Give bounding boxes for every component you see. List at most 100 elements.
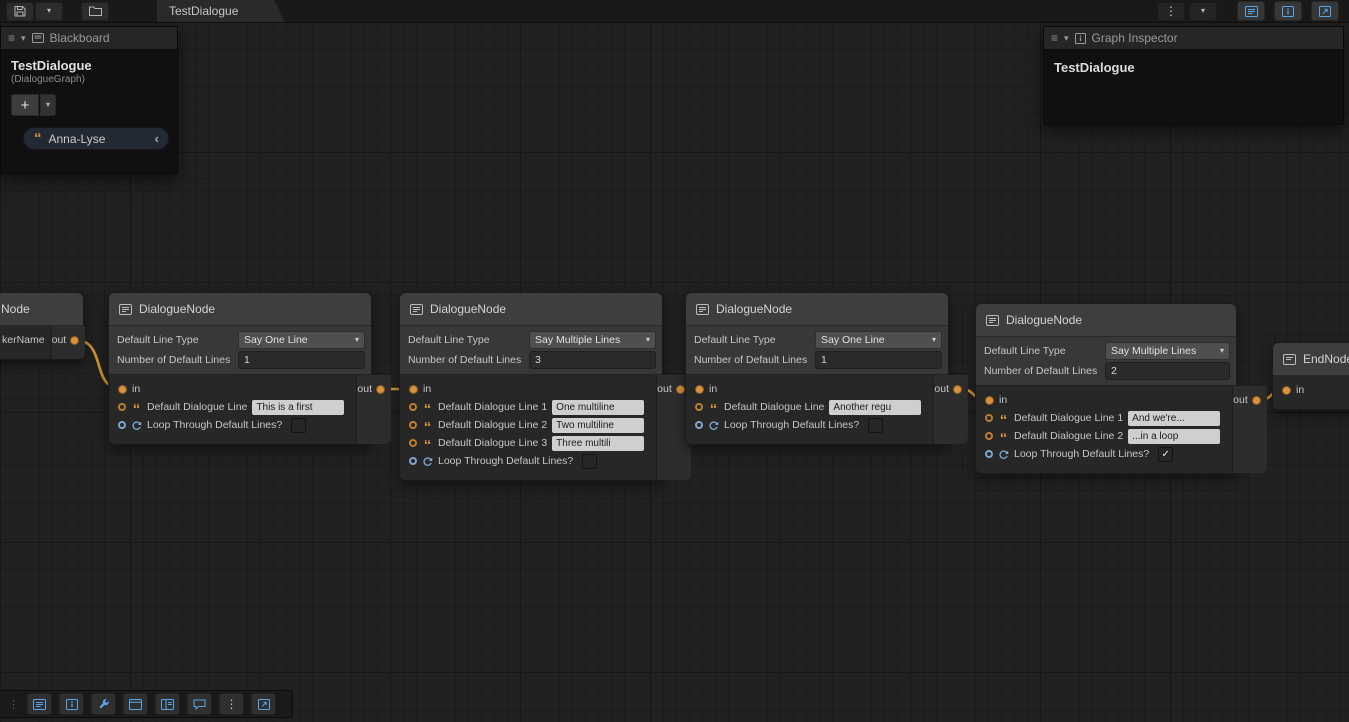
port-row-default-dialogue-line: “Default Dialogue LineThis is a first: [109, 398, 356, 416]
input-port[interactable]: [409, 385, 418, 394]
node-title-bar[interactable]: DialogueNode: [109, 293, 371, 326]
dropdown-default-line-type[interactable]: Say One Line▾: [815, 331, 942, 349]
input-port[interactable]: [118, 385, 127, 394]
tab-testdialogue[interactable]: TestDialogue: [157, 0, 285, 22]
node-end[interactable]: EndNode in: [1272, 342, 1349, 410]
fullscreen-button[interactable]: [251, 693, 276, 715]
expand-icon: [1319, 6, 1331, 17]
blackboard-button[interactable]: [27, 693, 52, 715]
dialogue-button[interactable]: [187, 693, 212, 715]
bool-port[interactable]: [409, 457, 417, 465]
dropdown-default-line-type[interactable]: Say One Line ▾: [238, 331, 365, 349]
graph-canvas[interactable]: NodekerNameoutDialogueNodeDefault Line T…: [0, 22, 1349, 722]
node-title-bar[interactable]: DialogueNode: [976, 304, 1236, 337]
node-d2[interactable]: DialogueNodeDefault Line TypeSay Multipl…: [399, 292, 663, 481]
menu-dropdown-button[interactable]: ▾: [1189, 2, 1217, 21]
graph-inspector-header[interactable]: ≡ ▾ Graph Inspector: [1044, 27, 1343, 50]
string-port[interactable]: [409, 421, 417, 429]
fullscreen-toggle[interactable]: [1311, 1, 1339, 21]
node-properties: Default Line TypeSay One Line▾Number of …: [686, 326, 948, 375]
node-title-bar[interactable]: EndNode: [1273, 343, 1349, 376]
output-port[interactable]: [1252, 396, 1261, 405]
node-title: EndNode: [1303, 352, 1349, 366]
port-label: out: [657, 383, 672, 395]
input-port[interactable]: [985, 396, 994, 405]
blackboard-add-row: + ▾: [11, 94, 177, 116]
input-port[interactable]: [695, 385, 704, 394]
node-title-bar[interactable]: DialogueNode: [400, 293, 662, 326]
dialogue-line-field[interactable]: One multiline: [552, 400, 644, 415]
node-d1[interactable]: DialogueNodeDefault Line TypeSay One Lin…: [108, 292, 372, 445]
output-port[interactable]: [376, 385, 385, 394]
dialogue-line-field[interactable]: Another regu: [829, 400, 921, 415]
add-property-dropdown[interactable]: ▾: [40, 94, 56, 116]
dialogue-line-field[interactable]: And we're...: [1128, 411, 1220, 426]
dropdown-default-line-type[interactable]: Say Multiple Lines▾: [529, 331, 656, 349]
save-button[interactable]: [6, 2, 34, 21]
string-port[interactable]: [409, 403, 417, 411]
field-number-of-default-lines[interactable]: 1: [238, 351, 365, 369]
field-number-of-default-lines[interactable]: 1: [815, 351, 942, 369]
dropdown-default-line-type[interactable]: Say Multiple Lines▾: [1105, 342, 1230, 360]
dialogue-line-field[interactable]: This is a first: [252, 400, 344, 415]
property-row: Default Line TypeSay One Line▾: [692, 331, 942, 348]
blackboard-toggle[interactable]: [1237, 1, 1265, 21]
loop-checkbox[interactable]: [582, 454, 597, 469]
string-port[interactable]: [409, 439, 417, 447]
string-port[interactable]: [695, 403, 703, 411]
toolbar-grip[interactable]: ⋮: [8, 698, 19, 711]
collapse-chevron-icon[interactable]: ‹: [155, 131, 159, 146]
node-d3[interactable]: DialogueNodeDefault Line TypeSay One Lin…: [685, 292, 949, 445]
chevron-down-icon: ▾: [351, 335, 359, 344]
loop-checkbox[interactable]: ✓: [1158, 447, 1173, 462]
string-port[interactable]: [118, 403, 126, 411]
output-port[interactable]: [953, 385, 962, 394]
field-number-of-default-lines[interactable]: 3: [529, 351, 656, 369]
blackboard-header[interactable]: ≡ ▾ Blackboard: [1, 27, 177, 50]
panels-button[interactable]: [155, 693, 180, 715]
node-properties: Default Line TypeSay Multiple Lines▾Numb…: [976, 337, 1236, 386]
port-label: Default Dialogue Line 1: [1014, 412, 1123, 424]
bool-port[interactable]: [118, 421, 126, 429]
kebab-menu-button[interactable]: ⋮: [1157, 2, 1185, 21]
string-port[interactable]: [985, 414, 993, 422]
property-label-number-of-default-lines: Number of Default Lines: [406, 354, 529, 366]
bool-port[interactable]: [985, 450, 993, 458]
input-ports: in“Default Dialogue LineThis is a firstL…: [109, 375, 356, 444]
chevron-down-icon[interactable]: ▾: [21, 34, 26, 43]
port-row-default-dialogue-line-2: “Default Dialogue Line 2...in a loop: [976, 427, 1232, 445]
output-port[interactable]: [70, 336, 79, 345]
dialogue-line-field[interactable]: Two multiline: [552, 418, 644, 433]
dialogue-line-field[interactable]: ...in a loop: [1128, 429, 1220, 444]
add-property-button[interactable]: +: [11, 94, 39, 116]
inspector-toggle[interactable]: [1274, 1, 1302, 21]
more-button[interactable]: ⋮: [219, 693, 244, 715]
panel-toggles: [1237, 1, 1339, 21]
open-asset-button[interactable]: [81, 2, 109, 21]
dialogue-line-field[interactable]: Three multili: [552, 436, 644, 451]
port-label: out: [357, 383, 372, 395]
port-row-loop-through-default-lines: Loop Through Default Lines?: [686, 416, 933, 434]
input-port[interactable]: [1282, 386, 1291, 395]
port-row-default-dialogue-line-1: “Default Dialogue Line 1And we're...: [976, 409, 1232, 427]
save-dropdown-button[interactable]: ▾: [35, 2, 63, 21]
loop-checkbox[interactable]: [868, 418, 883, 433]
field-number-of-default-lines[interactable]: 2: [1105, 362, 1230, 380]
dropdown-value: Say Multiple Lines: [535, 334, 620, 346]
node-d4[interactable]: DialogueNodeDefault Line TypeSay Multipl…: [975, 303, 1237, 474]
window-button[interactable]: [123, 693, 148, 715]
port-label: in: [1296, 384, 1304, 396]
node-title-bar[interactable]: DialogueNode: [686, 293, 948, 326]
blackboard-field[interactable]: “Anna-Lyse‹: [23, 127, 169, 150]
chevron-down-icon[interactable]: ▾: [1064, 34, 1069, 43]
node-speaker[interactable]: NodekerNameout: [0, 292, 84, 360]
dropdown-value: Say One Line: [244, 334, 308, 346]
loop-checkbox[interactable]: [291, 418, 306, 433]
string-port[interactable]: [985, 432, 993, 440]
inspector-button[interactable]: [59, 693, 84, 715]
port-row-in: in: [1273, 381, 1349, 399]
tools-button[interactable]: [91, 693, 116, 715]
output-port[interactable]: [676, 385, 685, 394]
bool-port[interactable]: [695, 421, 703, 429]
node-title-bar[interactable]: Node: [0, 293, 83, 326]
